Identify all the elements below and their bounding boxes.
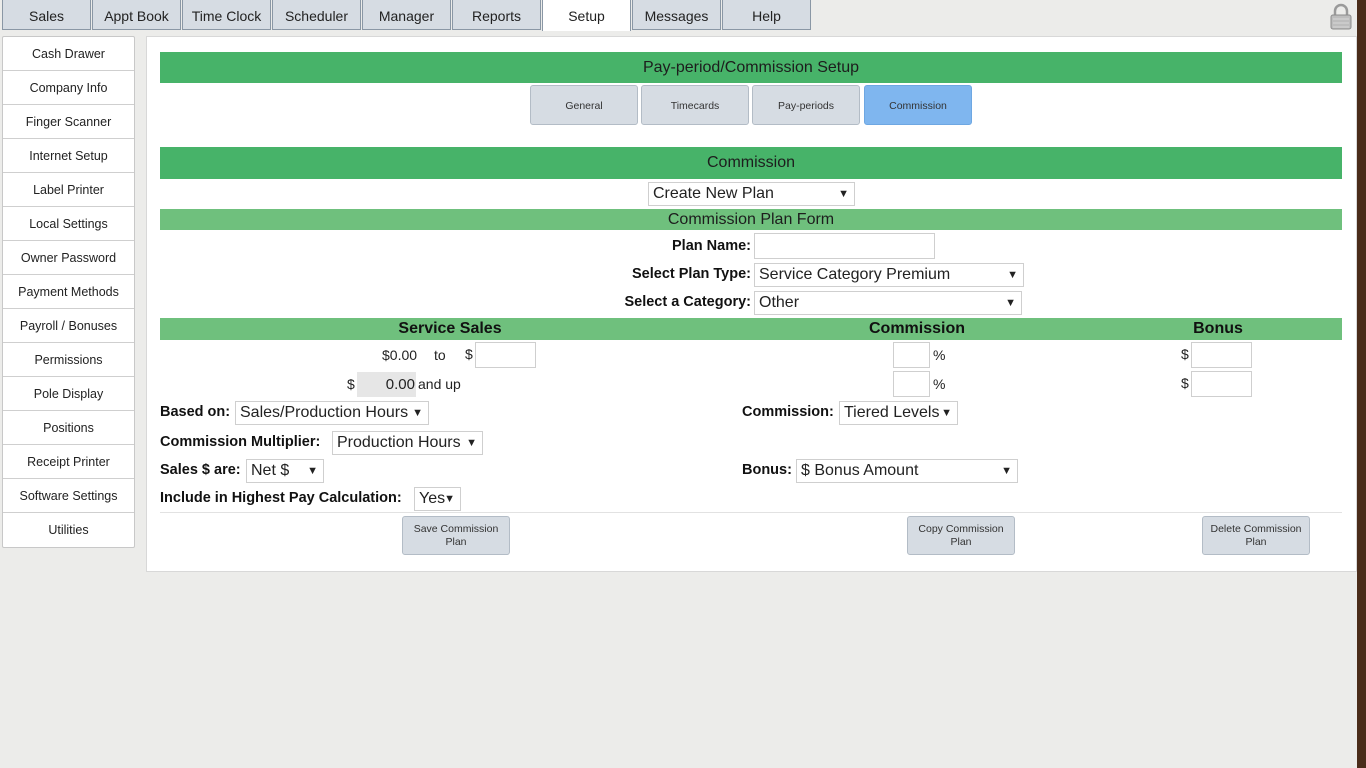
tier-header-bar: Service Sales Commission Bonus: [160, 318, 1342, 340]
tier2-from-value: 0.00: [357, 372, 416, 397]
chevron-down-icon: ▼: [307, 465, 318, 477]
tier1-from: $0.00: [382, 347, 418, 363]
chevron-down-icon: ▼: [1007, 269, 1018, 281]
tier2-currency: $: [347, 376, 355, 392]
tier1-bonus-currency: $: [1181, 346, 1189, 362]
sidebar-item-payroll-bonuses[interactable]: Payroll / Bonuses: [3, 309, 134, 343]
highest-pay-select[interactable]: Yes ▼: [414, 487, 461, 511]
tier1-to-currency: $: [465, 346, 473, 362]
sidebar-item-software-settings[interactable]: Software Settings: [3, 479, 134, 513]
save-commission-plan-button[interactable]: Save Commission Plan: [402, 516, 510, 555]
category-value: Other: [759, 294, 800, 311]
delete-commission-plan-button[interactable]: Delete Commission Plan: [1202, 516, 1310, 555]
commission-type-select[interactable]: Tiered Levels ▼: [839, 401, 958, 425]
chevron-down-icon: ▼: [412, 407, 423, 419]
chevron-down-icon: ▼: [1001, 465, 1012, 477]
header-service-sales: Service Sales: [398, 320, 502, 337]
bonus-type-select[interactable]: $ Bonus Amount ▼: [796, 459, 1018, 483]
window-edge: [1357, 0, 1366, 768]
commission-plan-form-title: Commission Plan Form: [160, 209, 1342, 230]
based-on-select[interactable]: Sales/Production Hours ▼: [235, 401, 429, 425]
tab-manager[interactable]: Manager: [362, 0, 451, 30]
chevron-down-icon: ▼: [941, 407, 952, 419]
sidebar: Cash Drawer Company Info Finger Scanner …: [2, 36, 135, 548]
tier1-to-word: to: [434, 347, 446, 363]
multiplier-label: Commission Multiplier:: [160, 434, 321, 450]
tab-setup[interactable]: Setup: [542, 0, 631, 31]
tier2-bonus-currency: $: [1181, 375, 1189, 391]
page-title: Pay-period/Commission Setup: [160, 52, 1342, 83]
tab-messages[interactable]: Messages: [632, 0, 721, 30]
sales-are-label: Sales $ are:: [160, 462, 241, 478]
tab-sales[interactable]: Sales: [2, 0, 91, 30]
sidebar-item-cash-drawer[interactable]: Cash Drawer: [3, 37, 134, 71]
multiplier-value: Production Hours: [337, 434, 461, 451]
chevron-down-icon: ▼: [444, 493, 455, 505]
based-on-value: Sales/Production Hours: [240, 404, 409, 421]
plan-type-value: Service Category Premium: [759, 266, 951, 283]
copy-commission-plan-button[interactable]: Copy Commission Plan: [907, 516, 1015, 555]
sidebar-item-company-info[interactable]: Company Info: [3, 71, 134, 105]
tab-reports[interactable]: Reports: [452, 0, 541, 30]
tier2-bonus-input[interactable]: [1191, 371, 1252, 397]
tier2-commission-input[interactable]: [893, 371, 930, 397]
sidebar-item-permissions[interactable]: Permissions: [3, 343, 134, 377]
sidebar-item-payment-methods[interactable]: Payment Methods: [3, 275, 134, 309]
lock-icon[interactable]: [1327, 2, 1355, 30]
tier1-percent-symbol: %: [933, 347, 946, 363]
sales-are-value: Net $: [251, 462, 290, 479]
tier2-and-up: and up: [418, 376, 461, 392]
tier1-commission-input[interactable]: [893, 342, 930, 368]
sidebar-item-utilities[interactable]: Utilities: [3, 513, 134, 547]
bonus-type-label: Bonus:: [742, 462, 792, 478]
chevron-down-icon: ▼: [838, 188, 849, 200]
tab-appt-book[interactable]: Appt Book: [92, 0, 181, 30]
sidebar-item-receipt-printer[interactable]: Receipt Printer: [3, 445, 134, 479]
header-commission: Commission: [868, 320, 965, 337]
chevron-down-icon: ▼: [466, 437, 477, 449]
header-bonus: Bonus: [1193, 320, 1243, 337]
tab-scheduler[interactable]: Scheduler: [272, 0, 361, 30]
plan-select-value: Create New Plan: [653, 185, 774, 202]
plan-name-input[interactable]: [754, 233, 935, 259]
subtab-timecards[interactable]: Timecards: [641, 85, 749, 125]
commission-type-label: Commission:: [742, 404, 834, 420]
commission-type-value: Tiered Levels: [844, 404, 940, 421]
bonus-type-value: $ Bonus Amount: [801, 462, 919, 479]
subtab-commission[interactable]: Commission: [864, 85, 972, 125]
sidebar-item-label-printer[interactable]: Label Printer: [3, 173, 134, 207]
tier2-percent-symbol: %: [933, 376, 946, 392]
highest-pay-value: Yes: [419, 490, 446, 507]
form-divider: [160, 512, 1342, 513]
highest-pay-label: Include in Highest Pay Calculation:: [160, 490, 402, 506]
chevron-down-icon: ▼: [1005, 297, 1016, 309]
tier1-bonus-input[interactable]: [1191, 342, 1252, 368]
top-nav: Sales Appt Book Time Clock Scheduler Man…: [0, 0, 812, 31]
subtab-general[interactable]: General: [530, 85, 638, 125]
sidebar-item-local-settings[interactable]: Local Settings: [3, 207, 134, 241]
sidebar-item-finger-scanner[interactable]: Finger Scanner: [3, 105, 134, 139]
sidebar-item-pole-display[interactable]: Pole Display: [3, 377, 134, 411]
multiplier-select[interactable]: Production Hours ▼: [332, 431, 483, 455]
tier1-to-input[interactable]: [475, 342, 536, 368]
plan-type-select[interactable]: Service Category Premium ▼: [754, 263, 1024, 287]
plan-select[interactable]: Create New Plan ▼: [648, 182, 855, 206]
subtab-pay-periods[interactable]: Pay-periods: [752, 85, 860, 125]
sidebar-item-owner-password[interactable]: Owner Password: [3, 241, 134, 275]
plan-name-label: Plan Name:: [672, 238, 751, 254]
based-on-label: Based on:: [160, 404, 231, 420]
tab-time-clock[interactable]: Time Clock: [182, 0, 271, 30]
category-label: Select a Category:: [624, 294, 751, 310]
tab-help[interactable]: Help: [722, 0, 811, 30]
plan-type-label: Select Plan Type:: [632, 266, 751, 282]
sidebar-item-internet-setup[interactable]: Internet Setup: [3, 139, 134, 173]
sales-are-select[interactable]: Net $ ▼: [246, 459, 324, 483]
main-panel: Pay-period/Commission Setup General Time…: [146, 36, 1357, 572]
category-select[interactable]: Other ▼: [754, 291, 1022, 315]
sidebar-item-positions[interactable]: Positions: [3, 411, 134, 445]
commission-section-title: Commission: [160, 147, 1342, 179]
